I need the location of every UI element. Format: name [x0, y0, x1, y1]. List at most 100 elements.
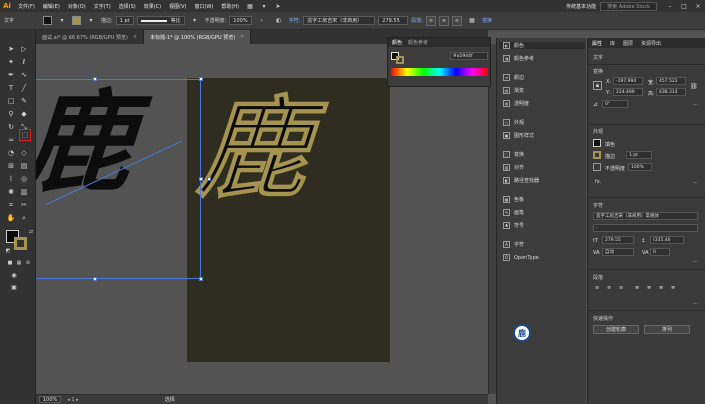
justify-right-icon[interactable]: ≣	[659, 285, 663, 291]
stroke-profile[interactable]: 等比	[136, 16, 185, 25]
blend-icon[interactable]: ◎	[19, 174, 29, 184]
artboard-tool-icon[interactable]: ⌗	[6, 200, 16, 210]
fx-button[interactable]: fx.	[595, 179, 601, 185]
w-field[interactable]: 457.522	[656, 77, 686, 85]
font-family-field[interactable]: 造字工房吉宋（非商用）	[303, 16, 376, 25]
curvature-icon[interactable]: ∿	[19, 70, 29, 80]
shaper-icon[interactable]: ⚲	[6, 109, 16, 119]
justify-center-icon[interactable]: ≣	[647, 285, 651, 291]
tab-layers[interactable]: 图层	[623, 40, 633, 47]
tab-document-2[interactable]: 未标题-1* @ 100% (RGB/GPU 预览) ×	[144, 30, 252, 44]
selection-handle[interactable]	[199, 177, 203, 181]
menu-window[interactable]: 窗口(W)	[190, 3, 217, 10]
selection-handle[interactable]	[199, 277, 203, 281]
rectangle-tool-icon[interactable]: □	[6, 96, 16, 106]
justify-all-icon[interactable]: ≣	[671, 285, 675, 291]
free-transform-icon[interactable]: ⬚	[19, 129, 31, 141]
tracking-field[interactable]: 0	[650, 248, 670, 256]
mesh-icon[interactable]: ⊞	[6, 161, 16, 171]
type-tool-icon[interactable]: T	[6, 83, 16, 93]
arrange-button[interactable]: 排列	[644, 325, 690, 334]
none-mode-icon[interactable]: ⊘	[23, 258, 33, 268]
chevron-down-icon[interactable]: ▾	[57, 16, 67, 26]
selection-handle[interactable]	[199, 77, 203, 81]
perspective-icon[interactable]: ◇	[19, 148, 29, 158]
artboard-nav[interactable]: ◂ 1 ▸	[67, 397, 78, 403]
width-tool-icon[interactable]: ≈	[6, 135, 16, 145]
slice-tool-icon[interactable]: ✂	[19, 200, 29, 210]
more-options-icon[interactable]: …	[693, 101, 698, 107]
stroke-weight-field[interactable]: 1 pt	[626, 151, 652, 159]
x-field[interactable]: -197.994	[613, 77, 643, 85]
align-center-icon[interactable]: ≡	[438, 15, 449, 26]
tab-color-guide[interactable]: 颜色参考	[408, 39, 428, 46]
graph-tool-icon[interactable]: ▥	[19, 187, 29, 197]
opacity-field[interactable]: 100%	[229, 16, 252, 25]
maximize-icon[interactable]: □	[677, 3, 691, 10]
chevron-down-icon[interactable]: ▾	[86, 16, 96, 26]
menu-view[interactable]: 视图(V)	[165, 3, 190, 10]
vertical-scrollbar[interactable]	[488, 44, 496, 394]
tab-properties[interactable]: 属性	[592, 40, 602, 47]
tab-document-1[interactable]: 面试.ai* @ 66.67% (RGB/GPU 预览) ×	[36, 30, 145, 44]
chevron-right-icon[interactable]: ›	[257, 16, 267, 26]
panel-item-opentype[interactable]: O OpenType	[503, 254, 539, 261]
stroke-weight-field[interactable]: 1 pt	[115, 16, 134, 25]
selection-tool-icon[interactable]: ➤	[6, 44, 16, 54]
leading-field[interactable]: (335.46	[650, 236, 684, 244]
font-family-field[interactable]: 造字工房吉宋（非商用）常规体	[593, 212, 698, 220]
panel-item-transparency[interactable]: ◍ 透明度	[503, 100, 529, 107]
panel-stroke-swatch[interactable]	[396, 56, 404, 64]
create-outlines-button[interactable]: 创建轮廓	[593, 325, 639, 334]
menu-help[interactable]: 帮助(H)	[217, 3, 243, 10]
menu-file[interactable]: 文件(F)	[14, 3, 39, 10]
justify-left-icon[interactable]: ≣	[635, 285, 639, 291]
close-icon[interactable]: ×	[133, 34, 137, 40]
fill-swatch[interactable]	[43, 16, 52, 25]
kerning-field[interactable]: 自动	[602, 248, 634, 256]
eyedropper-icon[interactable]: ⌇	[6, 174, 16, 184]
font-size-field[interactable]: 279.55	[602, 236, 634, 244]
font-style-field[interactable]: -	[593, 224, 698, 232]
color-spectrum[interactable]	[391, 68, 488, 76]
panel-item-color[interactable]: ◐ 颜色	[499, 42, 585, 49]
panel-item-swatches[interactable]: ▦ 色板	[503, 196, 524, 203]
panel-item-gradient[interactable]: ▤ 渐变	[503, 87, 524, 94]
tab-libraries[interactable]: 库	[610, 40, 615, 47]
direct-selection-tool-icon[interactable]: ▷	[19, 44, 29, 54]
align-right-icon[interactable]: ≡	[619, 285, 623, 291]
rotate-icon[interactable]: ↻	[6, 122, 16, 132]
line-tool-icon[interactable]: ╱	[19, 83, 29, 93]
align-center-icon[interactable]: ≡	[607, 285, 611, 291]
panel-item-brushes[interactable]: ✎ 画笔	[503, 209, 524, 216]
menu-effect[interactable]: 效果(C)	[140, 3, 165, 10]
panel-item-align[interactable]: ▥ 对齐	[503, 164, 524, 171]
h-field[interactable]: 438.314	[656, 88, 686, 96]
eraser-icon[interactable]: ◆	[19, 109, 29, 119]
selection-handle[interactable]	[93, 77, 97, 81]
selection-handle[interactable]	[93, 277, 97, 281]
chevron-down-icon[interactable]: ▾	[190, 16, 200, 26]
link-proportions-icon[interactable]: ⛓	[690, 83, 698, 90]
panel-item-pathfinder[interactable]: ◧ 路径查找器	[503, 177, 539, 184]
panel-item-graphic-styles[interactable]: ▣ 图形样式	[503, 132, 534, 139]
opacity-field[interactable]: 100%	[628, 163, 652, 171]
stroke-swatch[interactable]	[72, 16, 81, 25]
arrange-icon[interactable]: ▾	[259, 1, 269, 11]
align-left-icon[interactable]: ≡	[595, 285, 599, 291]
symbol-sprayer-icon[interactable]: ✺	[6, 187, 16, 197]
hand-tool-icon[interactable]: ✋	[6, 213, 16, 223]
bridge-icon[interactable]: ▦	[245, 1, 255, 11]
reference-point-icon[interactable]: ▪	[593, 81, 602, 90]
panel-item-stroke[interactable]: ≡ 颜边	[503, 74, 524, 81]
more-options-icon[interactable]: …	[693, 258, 698, 264]
menu-type[interactable]: 文字(T)	[90, 3, 115, 10]
stroke-swatch[interactable]	[593, 151, 601, 159]
panel-item-character[interactable]: A 字符	[503, 241, 524, 248]
workspace-switcher[interactable]: 传统基本功能	[562, 3, 600, 10]
lasso-icon[interactable]: ℓ	[19, 57, 29, 67]
panel-item-symbols[interactable]: ♣ 符号	[503, 222, 524, 229]
brush-tool-icon[interactable]: ✎	[19, 96, 29, 106]
tab-color[interactable]: 颜色	[392, 39, 402, 46]
stock-search-input[interactable]: 搜索 Adobe Stock	[600, 1, 657, 11]
